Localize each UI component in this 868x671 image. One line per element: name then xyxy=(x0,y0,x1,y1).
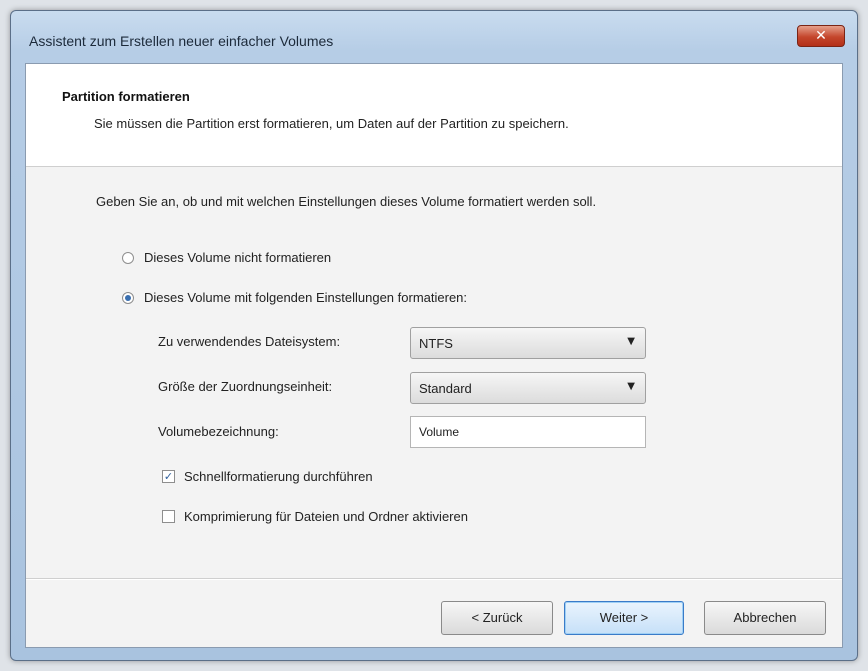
radio-format-label: Dieses Volume mit folgenden Einstellunge… xyxy=(144,290,468,305)
footer-divider xyxy=(26,578,842,580)
dialog-client-area: Partition formatieren Sie müssen die Par… xyxy=(25,63,843,648)
checkmark-icon[interactable]: ✓ xyxy=(162,470,175,483)
window-title: Assistent zum Erstellen neuer einfacher … xyxy=(29,33,334,49)
radio-format[interactable]: Dieses Volume mit folgenden Einstellunge… xyxy=(122,290,467,305)
radio-no-format[interactable]: Dieses Volume nicht formatieren xyxy=(122,250,331,265)
chevron-down-icon: ▼ xyxy=(627,381,635,392)
radio-format-indicator[interactable] xyxy=(122,291,134,304)
back-button[interactable]: < Zurück xyxy=(441,601,553,635)
allocation-label: Größe der Zuordnungseinheit: xyxy=(158,379,333,394)
volume-label-label: Volumebezeichnung: xyxy=(158,424,279,439)
intro-text: Geben Sie an, ob und mit welchen Einstel… xyxy=(96,194,597,209)
compression-checkbox-box[interactable] xyxy=(162,510,175,523)
quick-format-checkbox[interactable]: ✓ Schnellformatierung durchführen xyxy=(162,469,373,484)
radio-no-format-label: Dieses Volume nicht formatieren xyxy=(144,250,332,265)
close-icon: ✕ xyxy=(815,28,827,44)
compression-label: Komprimierung für Dateien und Ordner akt… xyxy=(184,509,468,524)
page-title: Partition formatieren xyxy=(62,89,190,104)
cancel-button[interactable]: Abbrechen xyxy=(704,601,826,635)
compression-checkbox[interactable]: Komprimierung für Dateien und Ordner akt… xyxy=(162,509,468,524)
radio-no-format-indicator[interactable] xyxy=(122,251,134,264)
page-description: Sie müssen die Partition erst formatiere… xyxy=(94,116,569,131)
close-button[interactable]: ✕ xyxy=(797,25,845,47)
filesystem-select[interactable]: NTFS ▼ xyxy=(410,327,646,359)
chevron-down-icon: ▼ xyxy=(627,336,635,347)
volume-label-input[interactable] xyxy=(410,416,646,448)
allocation-value: Standard xyxy=(419,381,472,396)
title-bar[interactable]: Assistent zum Erstellen neuer einfacher … xyxy=(11,11,857,63)
allocation-select[interactable]: Standard ▼ xyxy=(410,372,646,404)
filesystem-value: NTFS xyxy=(419,336,453,351)
wizard-window: Assistent zum Erstellen neuer einfacher … xyxy=(10,10,858,661)
next-button[interactable]: Weiter > xyxy=(564,601,684,635)
filesystem-label: Zu verwendendes Dateisystem: xyxy=(158,334,341,349)
wizard-header: Partition formatieren Sie müssen die Par… xyxy=(26,64,842,167)
quick-format-label: Schnellformatierung durchführen xyxy=(184,469,373,484)
